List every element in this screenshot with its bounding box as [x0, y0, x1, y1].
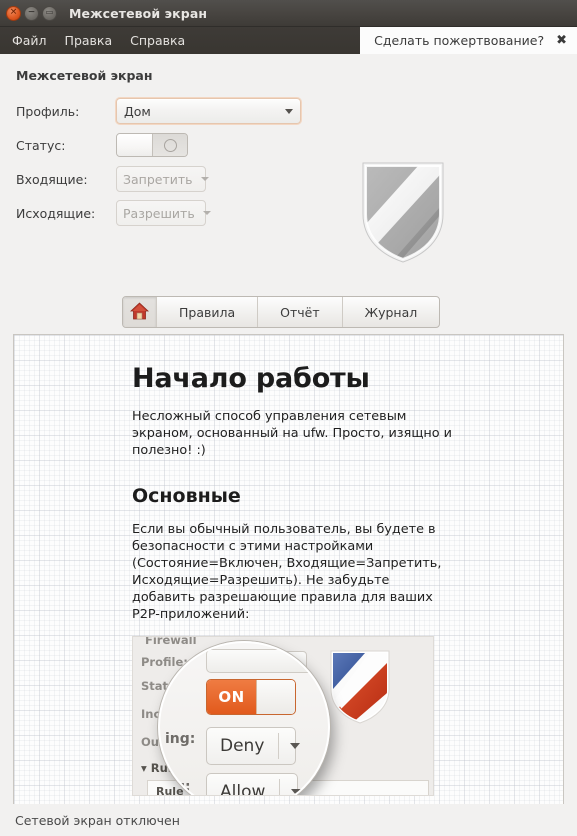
menu-help[interactable]: Справка: [122, 30, 193, 51]
lens-incoming-text: ing:: [165, 731, 195, 747]
window-controls: ✕ − ▭: [6, 5, 57, 21]
gufw-window: ✕ − ▭ Межсетевой экран Файл Правка Справ…: [0, 0, 577, 836]
tab-report[interactable]: Отчёт: [258, 297, 343, 327]
lens-toggle-off: [256, 680, 295, 714]
status-text: Сетевой экран отключен: [15, 812, 180, 828]
chevron-down-icon: [285, 108, 293, 114]
window-title: Межсетевой экран: [69, 5, 208, 21]
screenshot-shield-icon: [329, 649, 391, 724]
toggle-indicator-icon: [163, 138, 177, 152]
lens-incoming-row: Deny: [206, 727, 301, 765]
firewall-shield-icon: [358, 158, 448, 266]
status-toggle[interactable]: [116, 133, 188, 157]
incoming-row: Входящие: Запретить: [16, 162, 326, 196]
status-bar: Сетевой экран отключен: [0, 804, 577, 836]
getting-started-document[interactable]: Начало работы Несложный способ управлени…: [13, 334, 564, 836]
profile-value: Дом: [124, 103, 151, 119]
donate-label[interactable]: Сделать пожертвование?: [374, 33, 544, 48]
screenshot-title: Firewall: [145, 636, 197, 647]
close-icon[interactable]: ✖: [556, 34, 567, 47]
outgoing-value: Разрешить: [123, 205, 195, 221]
profile-select[interactable]: Дом: [116, 98, 301, 124]
lens-outgoing-row: Allow: [206, 773, 302, 796]
maximize-window-icon[interactable]: ▭: [42, 5, 57, 21]
chevron-down-icon: [291, 789, 302, 795]
doc-heading-1: Начало работы: [132, 363, 370, 394]
section-title: Межсетевой экран: [16, 68, 153, 83]
main-panel: Межсетевой экран Профиль: Дом Статус: Вх…: [0, 54, 577, 836]
outgoing-row: Исходящие: Разрешить: [16, 196, 326, 230]
outgoing-label: Исходящие:: [16, 205, 96, 221]
lens-outgoing-text: ng:: [165, 779, 191, 795]
lens-outgoing-value: Allow: [220, 782, 266, 796]
lens-divider: [278, 733, 280, 759]
tab-rules[interactable]: Правила: [157, 297, 259, 327]
title-bar: ✕ − ▭ Межсетевой экран: [0, 0, 577, 27]
menu-edit[interactable]: Правка: [57, 30, 121, 51]
profile-label: Профиль:: [16, 103, 80, 119]
status-label: Статус:: [16, 137, 66, 153]
tab-home[interactable]: [123, 297, 157, 327]
profile-row: Профиль: Дом: [16, 94, 326, 128]
status-row: Статус:: [16, 128, 326, 162]
lens-status-row: ON: [206, 679, 296, 715]
chevron-down-icon: [290, 743, 301, 749]
settings-form: Профиль: Дом Статус: Входящие: Запретить…: [16, 94, 326, 230]
doc-screenshot-image: Firewall Profile: Status: Incoming: Outg…: [132, 636, 434, 796]
lens-outgoing-label: ng:: [165, 779, 191, 795]
lens-incoming-label: ing:: [165, 731, 196, 747]
incoming-value: Запретить: [123, 171, 193, 187]
lens-incoming-value: Deny: [220, 736, 265, 756]
toggle-trough: [153, 134, 187, 156]
menu-file[interactable]: Файл: [4, 30, 55, 51]
lens-incoming-field: Deny: [206, 727, 301, 765]
donate-banner[interactable]: Сделать пожертвование? ✖: [360, 27, 577, 54]
lens-profile-field: [206, 649, 316, 673]
lens-toggle-on-label: ON: [207, 680, 256, 714]
outgoing-select[interactable]: Разрешить: [116, 200, 211, 226]
minimize-window-icon[interactable]: −: [24, 5, 39, 21]
doc-heading-2: Основные: [132, 485, 241, 507]
doc-paragraph-2: Если вы обычный пользователь, вы будете …: [132, 522, 442, 622]
incoming-select[interactable]: Запретить: [116, 166, 209, 192]
menu-bar: Файл Правка Справка Сделать пожертвовани…: [0, 27, 577, 54]
lens-outgoing-field: Allow: [206, 773, 302, 796]
chevron-down-icon: [200, 177, 209, 181]
lens-divider: [279, 779, 281, 795]
magnifier-lens: ON Deny Allow ing: ng:: [158, 641, 330, 796]
chevron-down-icon: [202, 211, 211, 215]
doc-paragraph-1: Несложный способ управления сетевым экра…: [132, 409, 452, 458]
incoming-label: Входящие:: [16, 171, 88, 187]
home-icon: [129, 301, 150, 323]
tab-bar: Правила Отчёт Журнал: [122, 296, 441, 328]
toggle-knob: [117, 134, 153, 156]
close-window-icon[interactable]: ✕: [6, 5, 21, 21]
tab-log[interactable]: Журнал: [343, 297, 440, 327]
lens-status-toggle: ON: [206, 679, 296, 715]
